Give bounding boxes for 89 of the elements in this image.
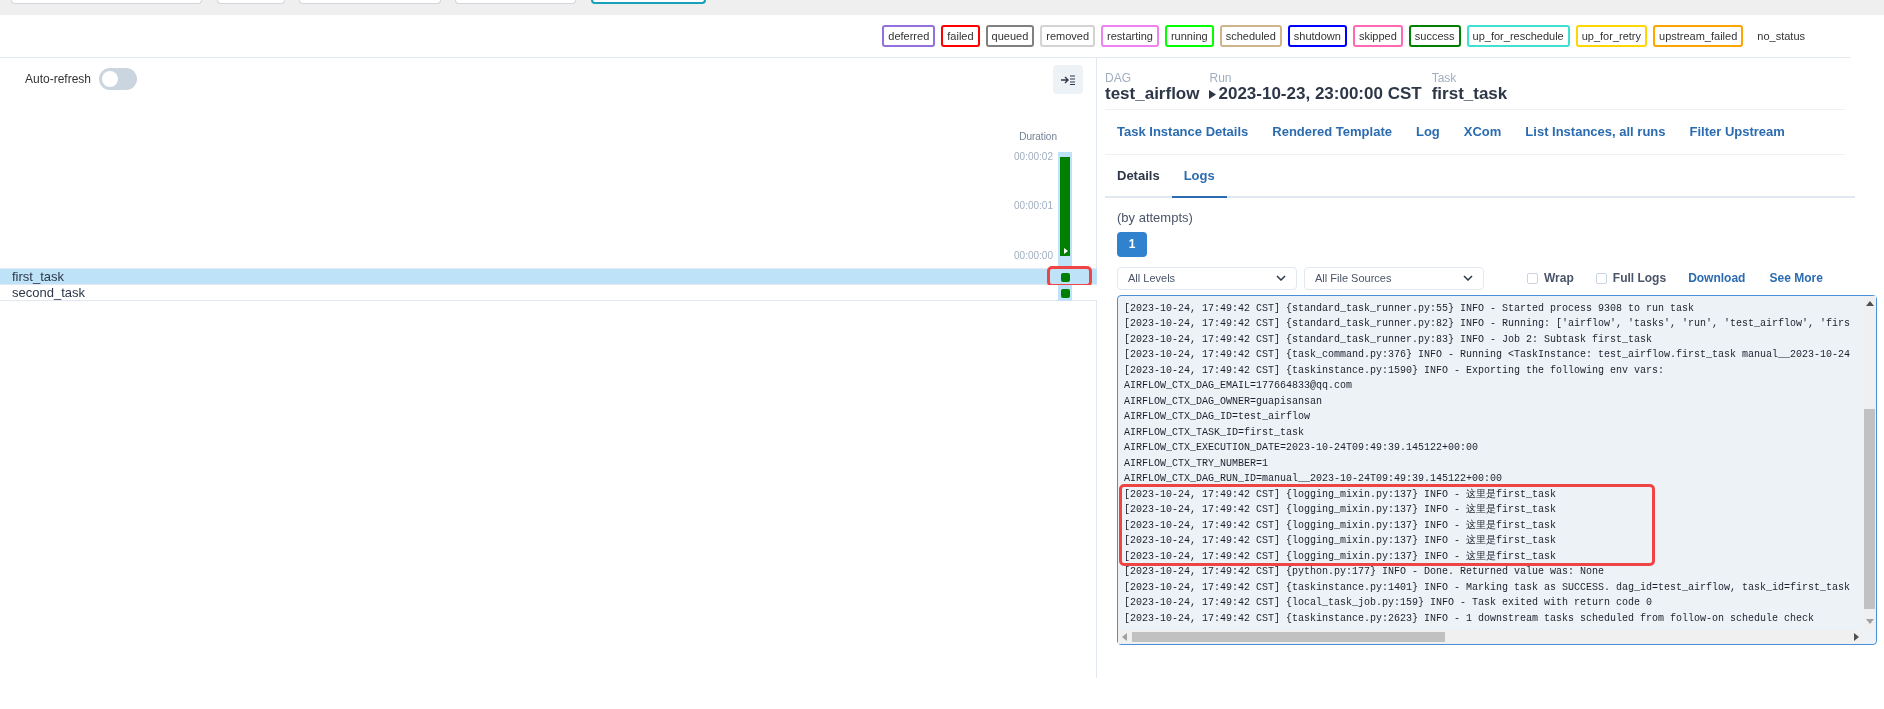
state-legend-tag: skipped — [1352, 24, 1403, 48]
state-legend-tag: upstream_failed — [1653, 24, 1744, 48]
nav-link[interactable]: Filter Upstream — [1689, 122, 1785, 142]
nav-link[interactable]: Log — [1415, 122, 1440, 142]
duration-bar[interactable] — [1060, 157, 1070, 256]
breadcrumb-value[interactable]: 2023-10-23, 23:00:00 CST — [1218, 84, 1422, 104]
toolbar-button[interactable] — [591, 0, 706, 4]
log-line: [2023-10-24, 17:49:42 CST] {logging_mixin.py:137} INFO - 这里是first_task — [1124, 533, 1557, 548]
state-legend-tag: restarting — [1101, 24, 1159, 48]
log-line: AIRFLOW_CTX_DAG_EMAIL=177664833@qq.com — [1124, 379, 1353, 393]
breadcrumb-value[interactable]: test_airflow — [1105, 84, 1200, 104]
state-legend-tag: queued — [985, 24, 1035, 48]
log-line: AIRFLOW_CTX_EXECUTION_DATE=2023-10-24T09:49:39.145122+00:00 — [1124, 441, 1479, 455]
play-icon — [1064, 248, 1068, 254]
play-icon — [1209, 89, 1217, 99]
log-action-link[interactable]: Download — [1688, 269, 1746, 287]
nav-link[interactable]: XCom — [1463, 122, 1502, 142]
vertical-scrollbar[interactable] — [1863, 295, 1876, 631]
tab[interactable]: Logs — [1171, 154, 1227, 198]
attempts-label: (by attempts) — [1117, 209, 1194, 227]
log-line: AIRFLOW_CTX_DAG_OWNER=guapisansan — [1124, 394, 1323, 409]
scroll-right-icon[interactable] — [1854, 632, 1859, 641]
state-legend-tag: failed — [941, 24, 980, 48]
checkbox-label[interactable]: Full Logs — [1595, 269, 1667, 287]
dropdown[interactable]: All Levels — [1117, 266, 1297, 290]
scrollbar-thumb[interactable] — [1132, 631, 1445, 642]
state-legend-tag: running — [1164, 24, 1214, 48]
log-line: AIRFLOW_CTX_DAG_RUN_ID=manual__2023-10-24T09:49:39.145122+00:00 — [1124, 472, 1503, 486]
task-name: first_task — [11, 268, 64, 285]
state-legend-tag: success — [1408, 24, 1461, 48]
state-legend-tag: shutdown — [1287, 24, 1347, 48]
horizontal-scrollbar[interactable] — [1118, 629, 1863, 644]
log-line: [2023-10-24, 17:49:42 CST] {standard_task_runner.py:83} INFO - Job 2: Subtask first_task — [1124, 332, 1653, 347]
checkbox[interactable] — [1595, 272, 1607, 284]
log-line: [2023-10-24, 17:49:42 CST] {logging_mixin.py:137} INFO - 这里是first_task — [1124, 518, 1557, 533]
dropdown-value: All File Sources — [1315, 270, 1392, 286]
scroll-down-icon[interactable] — [1866, 618, 1874, 624]
breadcrumb-label: DAG — [1105, 72, 1132, 84]
task-row[interactable]: first_task — [0, 269, 1097, 285]
auto-refresh-label: Auto-refresh — [25, 71, 92, 88]
log-line: [2023-10-24, 17:49:42 CST] {standard_task_runner.py:55} INFO - Started process 9308 to run task — [1124, 301, 1695, 316]
log-line: [2023-10-24, 17:49:42 CST] {local_task_job.py:159} INFO - Task exited with return code 0 — [1124, 596, 1653, 610]
state-legend-tag: no_status — [1753, 26, 1809, 46]
scroll-left-icon[interactable] — [1122, 632, 1127, 641]
log-line: AIRFLOW_CTX_TRY_NUMBER=1 — [1124, 456, 1269, 471]
checkbox-label[interactable]: Wrap — [1527, 269, 1574, 287]
log-line: [2023-10-24, 17:49:42 CST] {task_command.py:376} INFO - Running <TaskInstance: test_airflow.first_task manual__2023-10-24 — [1124, 348, 1851, 362]
dropdown-value: All Levels — [1128, 270, 1176, 286]
log-action-link[interactable]: See More — [1769, 269, 1823, 287]
log-line: [2023-10-24, 17:49:42 CST] {taskinstance.py:1401} INFO - Marking task as SUCCESS. dag_id=test_airflow, task_id=first_task — [1124, 580, 1851, 595]
checkbox[interactable] — [1527, 272, 1538, 284]
log-line: [2023-10-24, 17:49:42 CST] {logging_mixin.py:137} INFO - 这里是first_task — [1124, 502, 1557, 517]
breadcrumb-value[interactable]: first_task — [1431, 84, 1508, 104]
task-status-square[interactable] — [1060, 288, 1070, 298]
chevron-down-icon — [1276, 275, 1286, 281]
collapse-button[interactable] — [1053, 65, 1083, 94]
log-line: [2023-10-24, 17:49:42 CST] {standard_task_runner.py:82} INFO - Running: ['airflow', 'tasks', 'run', 'test_airflow', 'firs — [1124, 317, 1851, 331]
state-legend-tag: up_for_retry — [1575, 24, 1647, 48]
state-legend-tag: deferred — [882, 24, 936, 48]
log-line: [2023-10-24, 17:49:42 CST] {taskinstance.py:2623} INFO - 1 downstream tasks scheduled from follow-on schedule check — [1124, 611, 1815, 626]
duration-label: Duration — [1019, 131, 1057, 142]
task-status-square[interactable] — [1060, 272, 1070, 282]
log-line: [2023-10-24, 17:49:42 CST] {taskinstance.py:1590} INFO - Exporting the following env vars: — [1124, 363, 1665, 378]
log-line: AIRFLOW_CTX_DAG_ID=test_airflow — [1124, 410, 1311, 424]
log-line: AIRFLOW_CTX_TASK_ID=first_task — [1124, 425, 1305, 440]
collapse-icon — [1061, 74, 1075, 85]
task-row[interactable]: second_task — [0, 285, 1097, 301]
chevron-down-icon — [1463, 275, 1473, 281]
task-name: second_task — [11, 284, 85, 301]
state-legend-tag: removed — [1040, 24, 1096, 48]
log-line: [2023-10-24, 17:49:42 CST] {logging_mixin.py:137} INFO - 这里是first_task — [1124, 487, 1557, 502]
axis-tick-label: 00:00:00 — [1014, 249, 1053, 261]
attempt-button[interactable]: 1 — [1117, 231, 1147, 257]
axis-tick-label: 00:00:02 — [1014, 150, 1053, 162]
scrollbar-thumb[interactable] — [1864, 408, 1875, 609]
nav-link[interactable]: Rendered Template — [1272, 122, 1392, 142]
log-line: [2023-10-24, 17:49:42 CST] {logging_mixin.py:137} INFO - 这里是first_task — [1124, 549, 1557, 564]
axis-tick-label: 00:00:01 — [1014, 200, 1053, 212]
state-legend-tag: scheduled — [1219, 24, 1282, 48]
auto-refresh-toggle[interactable] — [99, 68, 138, 90]
breadcrumb-label: Task — [1431, 72, 1458, 84]
tab[interactable]: Details — [1105, 154, 1172, 198]
scroll-up-icon[interactable] — [1866, 300, 1874, 306]
state-legend-tag: up_for_reschedule — [1466, 24, 1570, 48]
dropdown[interactable]: All File Sources — [1304, 266, 1484, 290]
nav-link[interactable]: Task Instance Details — [1117, 122, 1249, 142]
breadcrumb-label: Run — [1209, 72, 1233, 84]
log-line: [2023-10-24, 17:49:42 CST] {python.py:177} INFO - Done. Returned value was: None — [1124, 565, 1605, 579]
nav-link[interactable]: List Instances, all runs — [1525, 122, 1666, 142]
